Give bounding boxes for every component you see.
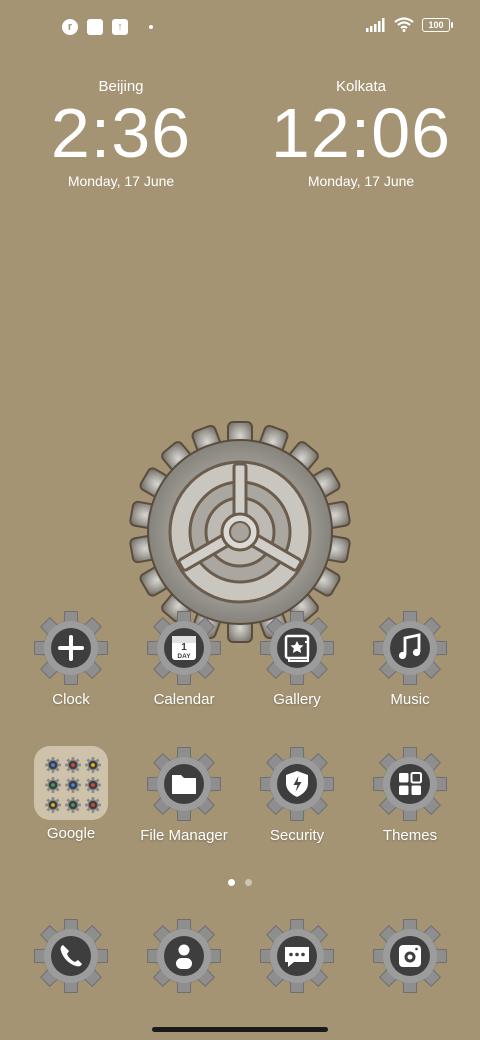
- gesture-navigation-bar[interactable]: [152, 1027, 328, 1032]
- phone-icon: [33, 918, 109, 994]
- more-notifications-dot: [149, 25, 153, 29]
- folder-mini-app-icon: [65, 797, 81, 813]
- folder-mini-app-icon: [85, 777, 101, 793]
- app-label: Security: [269, 827, 325, 844]
- app-themes[interactable]: Themes: [355, 746, 465, 844]
- gallery-icon: [259, 610, 335, 686]
- status-bar: r ↑ 100: [0, 0, 480, 56]
- app-label: File Manager: [140, 827, 228, 844]
- system-icons: 100: [366, 17, 453, 32]
- music-note-icon: [372, 610, 448, 686]
- dock-contacts[interactable]: [129, 918, 239, 994]
- app-gallery[interactable]: Gallery: [242, 610, 352, 708]
- app-label: Gallery: [273, 691, 321, 708]
- contacts-icon: [146, 918, 222, 994]
- signal-icon: [366, 17, 385, 32]
- app-label: Themes: [382, 827, 438, 844]
- dock-phone[interactable]: [16, 918, 126, 994]
- dock-messages[interactable]: [242, 918, 352, 994]
- page-dot-active[interactable]: [228, 879, 235, 886]
- clock-plus-icon: [33, 610, 109, 686]
- folder-mini-app-icon: [45, 797, 61, 813]
- app-file-manager[interactable]: File Manager: [129, 746, 239, 844]
- folder-mini-app-icon: [65, 757, 81, 773]
- svg-text:1: 1: [181, 642, 187, 653]
- folder-mini-app-icon: [85, 797, 101, 813]
- notification-app-icon: r: [62, 19, 78, 35]
- app-label: Clock: [52, 691, 90, 708]
- dock-camera[interactable]: [355, 918, 465, 994]
- app-google-folder[interactable]: Google: [16, 746, 126, 842]
- clock-time: 2:36: [50, 94, 192, 172]
- app-clock[interactable]: Clock: [16, 610, 126, 708]
- app-label: Google: [46, 825, 96, 842]
- notification-icons: r ↑: [62, 19, 153, 35]
- app-label: Music: [390, 691, 430, 708]
- messages-icon: [259, 918, 335, 994]
- folder-mini-app-icon: [85, 757, 101, 773]
- svg-text:DAY: DAY: [177, 653, 191, 660]
- world-clock-kolkata[interactable]: Kolkata 12:06 Monday, 17 June: [261, 78, 461, 189]
- page-indicator[interactable]: [0, 879, 480, 886]
- folder-icon: [146, 746, 222, 822]
- google-folder-icon: [34, 746, 108, 820]
- folder-mini-app-icon: [45, 777, 61, 793]
- page-dot[interactable]: [245, 879, 252, 886]
- themes-icon: [372, 746, 448, 822]
- clock-date: Monday, 17 June: [67, 173, 175, 189]
- square-notification-icon: [87, 19, 103, 35]
- app-calendar[interactable]: 1 DAY Calendar: [129, 610, 239, 708]
- app-music[interactable]: Music: [355, 610, 465, 708]
- world-clock-beijing[interactable]: Beijing 2:36 Monday, 17 June: [21, 78, 221, 189]
- folder-mini-app-icon: [45, 757, 61, 773]
- calendar-icon: 1 DAY: [146, 610, 222, 686]
- camera-icon: [372, 918, 448, 994]
- shield-icon: [259, 746, 335, 822]
- clock-date: Monday, 17 June: [307, 173, 415, 189]
- folder-mini-app-icon: [65, 777, 81, 793]
- app-security[interactable]: Security: [242, 746, 352, 844]
- clock-time: 12:06: [270, 94, 452, 172]
- upload-notification-icon: ↑: [112, 19, 128, 35]
- battery-icon: 100: [422, 17, 453, 32]
- wifi-icon: [394, 17, 414, 32]
- app-label: Calendar: [153, 691, 215, 708]
